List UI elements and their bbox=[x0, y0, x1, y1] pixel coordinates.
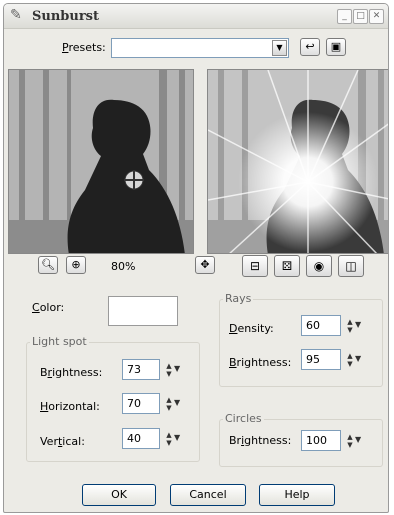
vertical-label: Vertical: bbox=[40, 435, 85, 448]
reset-preset-button[interactable]: ↩ bbox=[300, 38, 320, 56]
light-spot-title: Light spot bbox=[30, 335, 89, 348]
zoom-in-icon: ⊕ bbox=[71, 258, 81, 271]
circles-brightness-input[interactable]: 100 bbox=[301, 430, 341, 451]
horizontal-input[interactable]: 70 bbox=[122, 393, 160, 414]
undo-arrow-icon: ↩ bbox=[305, 40, 315, 53]
light-spot-brightness-spinner[interactable]: ▲ ▼ ▼ bbox=[164, 361, 186, 379]
maximize-button[interactable]: □ bbox=[353, 9, 368, 24]
original-preview[interactable] bbox=[8, 69, 194, 254]
reset-settings-button[interactable]: ◫ bbox=[338, 255, 364, 277]
chevron-down-icon[interactable]: ▼ bbox=[355, 354, 361, 363]
rays-brightness-spinner[interactable]: ▲ ▼ ▼ bbox=[345, 351, 367, 369]
rays-brightness-input[interactable]: 95 bbox=[301, 349, 341, 370]
save-preset-button[interactable]: ▣ bbox=[326, 38, 346, 56]
toggle-preview-button[interactable]: ⊟ bbox=[242, 255, 268, 277]
circles-brightness-spinner[interactable]: ▲ ▼ ▼ bbox=[345, 432, 367, 450]
horizontal-label: Horizontal: bbox=[40, 400, 100, 413]
save-disk-icon: ▣ bbox=[330, 40, 342, 53]
move-icon: ✥ bbox=[200, 258, 210, 271]
sunburst-dialog: ✎ Sunburst _ □ ✕ Presets: ▼ ↩ ▣ 🔍︎ ⊕ 80%… bbox=[3, 3, 389, 513]
zoom-out-icon: 🔍︎ bbox=[41, 258, 55, 271]
proof-button[interactable]: ◉ bbox=[306, 255, 332, 277]
color-label: Color: bbox=[32, 301, 65, 314]
ok-button[interactable]: OK bbox=[82, 484, 156, 506]
dice-icon: ⚄ bbox=[281, 259, 293, 273]
title-bar[interactable]: ✎ Sunburst _ □ ✕ bbox=[4, 4, 388, 29]
chevron-down-icon[interactable]: ▼ bbox=[174, 398, 180, 407]
color-swatch[interactable] bbox=[108, 296, 178, 326]
chevron-down-icon[interactable]: ▼ bbox=[174, 433, 180, 442]
chevron-down-icon[interactable]: ▼ bbox=[355, 435, 361, 444]
cancel-button[interactable]: Cancel bbox=[170, 484, 246, 506]
chevron-down-icon[interactable]: ▼ bbox=[355, 320, 361, 329]
horizontal-spinner[interactable]: ▲ ▼ ▼ bbox=[164, 395, 186, 413]
cube-icon: ◫ bbox=[345, 259, 357, 273]
eye-icon: ◉ bbox=[313, 259, 325, 273]
circles-brightness-label: Brightness: bbox=[229, 434, 292, 447]
presets-label: Presets: bbox=[62, 41, 106, 54]
help-button[interactable]: Help bbox=[259, 484, 335, 506]
vertical-input[interactable]: 40 bbox=[122, 428, 160, 449]
rays-brightness-label: Brightness: bbox=[229, 356, 292, 369]
chevron-down-icon[interactable]: ▼ bbox=[174, 364, 180, 373]
presets-select[interactable]: ▼ bbox=[111, 38, 289, 58]
rays-title: Rays bbox=[223, 292, 254, 305]
light-spot-brightness-label: Brightness: bbox=[40, 366, 103, 379]
density-spinner[interactable]: ▲ ▼ ▼ bbox=[345, 317, 367, 335]
light-spot-brightness-input[interactable]: 73 bbox=[122, 359, 160, 380]
vertical-spinner[interactable]: ▲ ▼ ▼ bbox=[164, 430, 186, 448]
dialog-title: Sunburst bbox=[32, 9, 100, 24]
density-input[interactable]: 60 bbox=[301, 315, 341, 336]
result-preview bbox=[207, 69, 388, 254]
zoom-level: 80% bbox=[111, 260, 136, 273]
randomize-button[interactable]: ⚄ bbox=[274, 255, 300, 277]
circles-title: Circles bbox=[223, 412, 264, 425]
paint-palette-icon: ✎ bbox=[10, 7, 22, 23]
close-button[interactable]: ✕ bbox=[369, 9, 384, 24]
pan-button[interactable]: ✥ bbox=[195, 256, 215, 274]
rays-group bbox=[219, 299, 383, 387]
chevron-down-icon[interactable]: ▼ bbox=[272, 40, 287, 56]
zoom-in-button[interactable]: ⊕ bbox=[66, 256, 86, 274]
minimize-button[interactable]: _ bbox=[337, 9, 352, 24]
density-label: Density: bbox=[229, 322, 274, 335]
zoom-out-button[interactable]: 🔍︎ bbox=[38, 256, 58, 274]
preview-pane-icon: ⊟ bbox=[249, 259, 261, 273]
